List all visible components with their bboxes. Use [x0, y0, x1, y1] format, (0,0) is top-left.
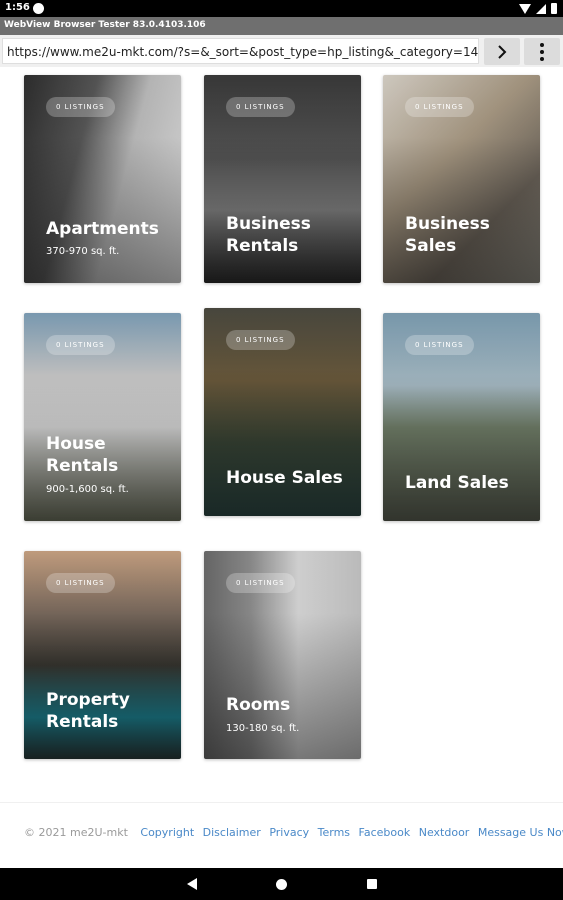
footer-link-privacy[interactable]: Privacy — [269, 826, 309, 839]
go-arrow-icon — [498, 44, 507, 59]
card-subtitle: 370-970 sq. ft. — [46, 246, 120, 257]
notification-icon — [33, 3, 44, 14]
category-card-business-rentals[interactable]: 0 LISTINGS Business Rentals — [204, 75, 361, 283]
status-time: 1:56 — [5, 2, 30, 13]
footer-link-nextdoor[interactable]: Nextdoor — [419, 826, 470, 839]
app-title: WebView Browser Tester 83.0.4103.106 — [4, 20, 206, 30]
battery-icon — [551, 3, 557, 14]
app-title-bar: WebView Browser Tester 83.0.4103.106 — [0, 17, 563, 35]
signal-icon — [536, 3, 546, 14]
category-card-property-rentals[interactable]: 0 LISTINGS Property Rentals — [24, 551, 181, 759]
card-title: House Rentals — [46, 434, 119, 476]
category-card-apartments[interactable]: 0 LISTINGS Apartments 370-970 sq. ft. — [24, 75, 181, 283]
card-title: Rooms — [226, 695, 291, 715]
card-title: House Sales — [226, 468, 343, 488]
overflow-menu-icon — [540, 42, 544, 47]
card-title: Land Sales — [405, 473, 509, 493]
card-subtitle: 130-180 sq. ft. — [226, 723, 300, 734]
card-title: Business Rentals — [226, 214, 311, 256]
listing-count-badge: 0 LISTINGS — [46, 97, 115, 117]
system-nav-bar — [0, 868, 563, 900]
url-input[interactable]: https://www.me2u-mkt.com/?s=&_sort=&post… — [2, 38, 479, 64]
listing-count-badge: 0 LISTINGS — [226, 97, 295, 117]
category-card-rooms[interactable]: 0 LISTINGS Rooms 130-180 sq. ft. — [204, 551, 361, 759]
overflow-menu-button[interactable] — [524, 38, 560, 65]
home-nav-icon[interactable] — [276, 879, 287, 890]
footer-link-facebook[interactable]: Facebook — [359, 826, 411, 839]
recents-nav-icon[interactable] — [367, 879, 377, 889]
category-card-business-sales[interactable]: 0 LISTINGS Business Sales — [383, 75, 540, 283]
wifi-icon — [519, 3, 531, 14]
footer-divider — [0, 802, 563, 803]
url-bar: https://www.me2u-mkt.com/?s=&_sort=&post… — [0, 35, 563, 67]
go-button[interactable] — [484, 38, 520, 65]
card-title: Apartments — [46, 219, 159, 239]
category-card-land-sales[interactable]: 0 LISTINGS Land Sales — [383, 313, 540, 521]
listing-count-badge: 0 LISTINGS — [46, 573, 115, 593]
status-bar: 1:56 — [0, 0, 563, 17]
copyright-text: © 2021 me2U-mkt — [24, 826, 128, 839]
footer-link-terms[interactable]: Terms — [318, 826, 350, 839]
card-title: Property Rentals — [46, 690, 130, 732]
footer: © 2021 me2U-mkt Copyright Disclaimer Pri… — [24, 826, 563, 839]
footer-link-disclaimer[interactable]: Disclaimer — [203, 826, 261, 839]
footer-link-copyright[interactable]: Copyright — [140, 826, 194, 839]
card-title: Business Sales — [405, 214, 490, 256]
listing-count-badge: 0 LISTINGS — [405, 335, 474, 355]
card-subtitle: 900-1,600 sq. ft. — [46, 484, 129, 495]
category-card-house-sales[interactable]: 0 LISTINGS House Sales — [204, 308, 361, 516]
listing-count-badge: 0 LISTINGS — [226, 573, 295, 593]
listing-count-badge: 0 LISTINGS — [46, 335, 115, 355]
listing-count-badge: 0 LISTINGS — [226, 330, 295, 350]
listing-count-badge: 0 LISTINGS — [405, 97, 474, 117]
footer-link-message-us[interactable]: Message Us Now! — [478, 826, 563, 839]
category-card-house-rentals[interactable]: 0 LISTINGS House Rentals 900-1,600 sq. f… — [24, 313, 181, 521]
back-nav-icon[interactable] — [187, 878, 197, 890]
